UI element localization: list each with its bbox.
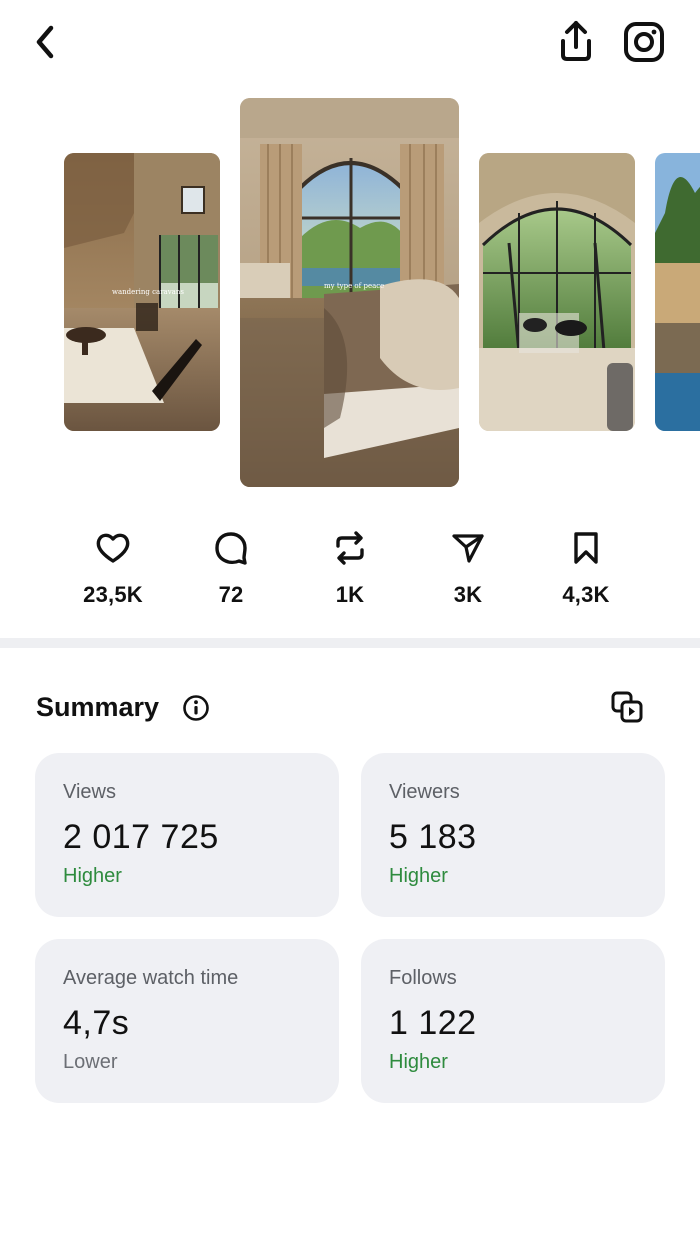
top-bar <box>0 0 700 90</box>
card-label: Viewers <box>389 781 460 803</box>
reposts-count: 1K <box>335 582 365 607</box>
follows-card[interactable]: Follows 1 122 Higher <box>361 939 665 1103</box>
card-value: 1 122 <box>389 1004 477 1042</box>
saves-count: 4,3K <box>562 582 610 607</box>
comments-stat[interactable]: 72 <box>176 528 286 608</box>
card-value: 4,7s <box>63 1004 130 1042</box>
shares-count: 3K <box>453 582 483 607</box>
video-thumbnail[interactable] <box>479 153 635 431</box>
send-icon <box>452 534 484 563</box>
info-icon <box>183 695 209 721</box>
card-trend: Higher <box>389 1051 448 1073</box>
instagram-button[interactable] <box>620 18 668 66</box>
reposts-stat[interactable]: 1K <box>295 528 405 608</box>
comment-icon <box>215 532 247 565</box>
viewers-card[interactable]: Viewers 5 183 Higher <box>361 753 665 917</box>
share-icon <box>561 21 591 61</box>
card-value: 5 183 <box>389 818 477 856</box>
card-trend: Higher <box>63 865 122 887</box>
card-trend: Higher <box>389 865 448 887</box>
shares-stat[interactable]: 3K <box>413 528 523 608</box>
card-label: Average watch time <box>63 967 239 989</box>
card-label: Views <box>63 781 116 803</box>
video-thumbnail[interactable] <box>655 153 700 431</box>
average-watch-time-card[interactable]: Average watch time 4,7s Lower <box>35 939 339 1103</box>
views-card[interactable]: Views 2 017 725 Higher <box>35 753 339 917</box>
info-button[interactable] <box>182 694 210 722</box>
video-carousel[interactable]: wandering caravans my type of peace <box>0 96 700 491</box>
heart-icon <box>96 533 130 563</box>
card-trend: Lower <box>63 1051 118 1073</box>
video-thumbnail[interactable]: wandering caravans <box>64 153 220 431</box>
instagram-icon <box>624 22 664 62</box>
bookmark-icon <box>574 532 598 564</box>
repost-icon <box>336 531 364 565</box>
copy-icon <box>611 691 643 723</box>
back-icon <box>36 25 54 59</box>
card-label: Follows <box>389 967 457 989</box>
back-button[interactable] <box>24 20 68 64</box>
summary-header: Summary <box>36 688 666 728</box>
thumbnail-caption: my type of peace <box>324 282 384 290</box>
engagement-stats: 23,5K 72 1K 3K 4,3K <box>0 528 700 618</box>
thumbnail-image <box>479 153 635 431</box>
summary-title: Summary <box>36 692 160 722</box>
thumbnail-image: wandering caravans <box>64 153 220 431</box>
video-thumbnail-active[interactable]: my type of peace <box>240 98 459 487</box>
share-button[interactable] <box>553 18 599 64</box>
section-divider <box>0 638 700 648</box>
card-value: 2 017 725 <box>63 818 219 856</box>
thumbnail-image: my type of peace <box>240 98 459 487</box>
thumbnail-caption: wandering caravans <box>112 288 184 296</box>
likes-count: 23,5K <box>83 582 143 607</box>
comments-count: 72 <box>218 582 244 607</box>
likes-stat[interactable]: 23,5K <box>58 528 168 608</box>
saves-stat[interactable]: 4,3K <box>531 528 641 608</box>
thumbnail-image <box>655 153 700 431</box>
copy-button[interactable] <box>610 690 644 724</box>
